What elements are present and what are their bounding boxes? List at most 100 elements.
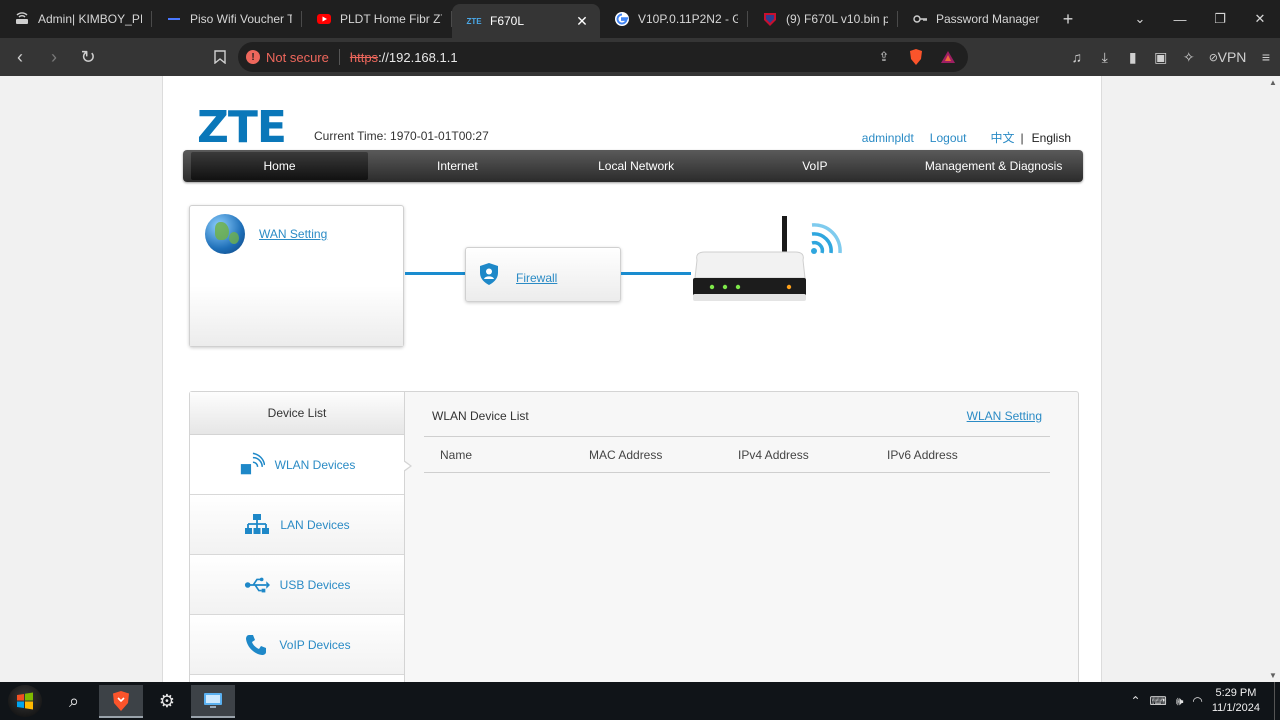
lan-network-icon xyxy=(244,513,270,537)
usb-icon xyxy=(244,573,270,597)
share-icon[interactable]: ⇪ xyxy=(874,47,894,67)
router-device-icon xyxy=(693,216,842,301)
sidebar-icon[interactable]: ▮ xyxy=(1119,43,1147,71)
router-page: ZTE Current Time: 1970-01-01T00:27 admin… xyxy=(162,76,1102,682)
sidebar-item-usb-devices[interactable]: USB Devices xyxy=(190,555,404,615)
new-tab-button[interactable]: + xyxy=(1053,0,1083,38)
device-list-title: Device List xyxy=(190,392,404,435)
tab-piso-wifi[interactable]: Piso Wifi Voucher Te xyxy=(152,0,302,38)
wan-panel: WAN Setting xyxy=(189,205,404,347)
show-desktop-button[interactable] xyxy=(1274,682,1280,720)
lang-separator: | xyxy=(1020,130,1024,145)
forward-icon[interactable]: › xyxy=(40,43,68,71)
tab-pldt-home[interactable]: PLDT Home Fibr ZTE xyxy=(302,0,452,38)
omnibox-divider xyxy=(338,49,340,65)
page-scrollbar[interactable]: ▲ ▼ xyxy=(1266,76,1280,682)
scroll-down-icon[interactable]: ▼ xyxy=(1269,671,1277,680)
tab-admin-kimboy[interactable]: Admin| KIMBOY_PISO xyxy=(0,0,152,38)
window-close-icon[interactable]: ✕ xyxy=(1240,0,1280,38)
close-icon[interactable]: ✕ xyxy=(574,13,590,29)
column-mac-address: MAC Address xyxy=(589,447,663,462)
sidebar-item-label: USB Devices xyxy=(279,577,351,592)
windows-logo-icon xyxy=(17,692,33,710)
tab-title: Admin| KIMBOY_PISO xyxy=(38,12,142,26)
bookmark-icon[interactable] xyxy=(206,43,234,71)
tab-v10p-google[interactable]: V10P.0.11P2N2 - Goo xyxy=(600,0,748,38)
forum-icon xyxy=(762,11,778,27)
search-icon[interactable]: ⌕ xyxy=(52,685,96,718)
tab-title: (9) F670L v10.bin par xyxy=(786,12,888,26)
connection-line xyxy=(621,272,691,275)
nav-home[interactable]: Home xyxy=(191,152,368,180)
sidebar-item-voip-devices[interactable]: VoIP Devices xyxy=(190,615,404,675)
nav-management-diagnosis[interactable]: Management & Diagnosis xyxy=(904,150,1083,182)
clock-time: 5:29 PM xyxy=(1215,687,1257,699)
firewall-panel: Firewall xyxy=(465,247,621,302)
tab-password-manager[interactable]: Password Manager xyxy=(898,0,1053,38)
page-viewport: ZTE Current Time: 1970-01-01T00:27 admin… xyxy=(0,76,1280,682)
leo-ai-icon[interactable]: ✧ xyxy=(1175,43,1203,71)
media-icon[interactable]: ♫ xyxy=(1063,43,1091,71)
tray-chevron-icon[interactable]: ⌃ xyxy=(1130,694,1140,708)
volume-icon[interactable]: 🕪 xyxy=(1176,694,1184,709)
nav-local-network[interactable]: Local Network xyxy=(547,150,726,182)
tab-f670l-active[interactable]: ZTE F670L ✕ xyxy=(452,4,600,38)
connection-line xyxy=(405,272,465,275)
logout-link[interactable]: Logout xyxy=(930,131,967,145)
vpn-button[interactable]: ⊘ VPN xyxy=(1203,43,1252,71)
wlan-device-icon xyxy=(239,452,265,477)
clock-date: 11/1/2024 xyxy=(1211,702,1260,714)
brave-rewards-icon[interactable] xyxy=(938,47,958,67)
brave-shield-icon[interactable] xyxy=(906,47,926,67)
input-method-icon[interactable]: ⌨ xyxy=(1150,694,1167,708)
table-header: Name MAC Address IPv4 Address IPv6 Addre… xyxy=(424,437,1050,473)
vpn-label: VPN xyxy=(1217,49,1247,65)
restore-icon[interactable]: ❐ xyxy=(1200,0,1240,38)
sidebar-item-wlan-devices[interactable]: WLAN Devices xyxy=(190,435,404,495)
nav-voip[interactable]: VoIP xyxy=(726,150,905,182)
reload-icon[interactable]: ↻ xyxy=(74,43,102,71)
google-icon xyxy=(614,11,630,27)
column-name: Name xyxy=(440,447,473,462)
username-link[interactable]: adminpldt xyxy=(862,131,914,145)
current-time: Current Time: 1970-01-01T00:27 xyxy=(314,129,489,143)
security-status[interactable]: Not secure xyxy=(266,50,329,65)
settings-gear-icon[interactable]: ⚙ xyxy=(145,685,189,718)
windows-taskbar: ⌕ ⚙ ⌃ ⌨ 🕪 ◠ 5:29 PM 11/1/2024 xyxy=(0,682,1280,720)
browser-toolbar: ‹ › ↻ ! Not secure https ://192.168.1.1 … xyxy=(0,38,1280,76)
menu-icon[interactable]: ≡ xyxy=(1252,43,1280,71)
sidebar-item-lan-devices[interactable]: LAN Devices xyxy=(190,495,404,555)
tab-title: Piso Wifi Voucher Te xyxy=(190,12,292,26)
remote-desktop-icon[interactable] xyxy=(191,685,235,718)
shield-user-icon xyxy=(480,263,498,285)
tab-title: F670L xyxy=(490,14,525,28)
wlan-setting-link[interactable]: WLAN Setting xyxy=(967,409,1042,423)
scroll-up-icon[interactable]: ▲ xyxy=(1269,78,1277,87)
wlan-device-list: WLAN Device List WLAN Setting Name MAC A… xyxy=(406,392,1078,682)
system-tray: ⌃ ⌨ 🕪 ◠ 5:29 PM 11/1/2024 xyxy=(1130,682,1280,720)
lang-english[interactable]: English xyxy=(1032,131,1071,145)
download-icon[interactable]: ⤓ xyxy=(1091,43,1119,71)
firewall-link[interactable]: Firewall xyxy=(516,271,557,285)
tab-search-chevron-icon[interactable]: ⌄ xyxy=(1120,0,1160,38)
toolbar-actions: ♫ ⤓ ▮ ▣ ✧ ⊘ VPN ≡ xyxy=(1063,38,1280,76)
sidebar-item-label: VoIP Devices xyxy=(279,637,351,652)
wlan-device-list-title: WLAN Device List xyxy=(432,409,529,423)
brave-browser-icon[interactable] xyxy=(99,685,143,718)
wallet-icon[interactable]: ▣ xyxy=(1147,43,1175,71)
taskbar-clock[interactable]: 5:29 PM 11/1/2024 xyxy=(1212,686,1260,716)
zte-logo: ZTE xyxy=(197,102,287,153)
wifi-tray-icon[interactable]: ◠ xyxy=(1192,694,1202,708)
nav-internet[interactable]: Internet xyxy=(368,150,547,182)
window-controls: ⌄ — ❐ ✕ xyxy=(1120,0,1280,38)
tab-title: PLDT Home Fibr ZTE xyxy=(340,12,442,26)
address-bar[interactable]: ! Not secure https ://192.168.1.1 ⇪ xyxy=(238,42,968,72)
device-list-sidebar: Device List WLAN Devices LAN Devices USB… xyxy=(190,392,405,682)
lang-chinese-link[interactable]: 中文 xyxy=(991,129,1015,146)
minimize-icon[interactable]: — xyxy=(1160,0,1200,38)
tab-title: Password Manager xyxy=(936,12,1040,26)
tab-f670l-forum[interactable]: (9) F670L v10.bin par xyxy=(748,0,898,38)
wan-setting-link[interactable]: WAN Setting xyxy=(259,227,327,241)
start-button[interactable] xyxy=(8,685,42,717)
back-icon[interactable]: ‹ xyxy=(6,43,34,71)
